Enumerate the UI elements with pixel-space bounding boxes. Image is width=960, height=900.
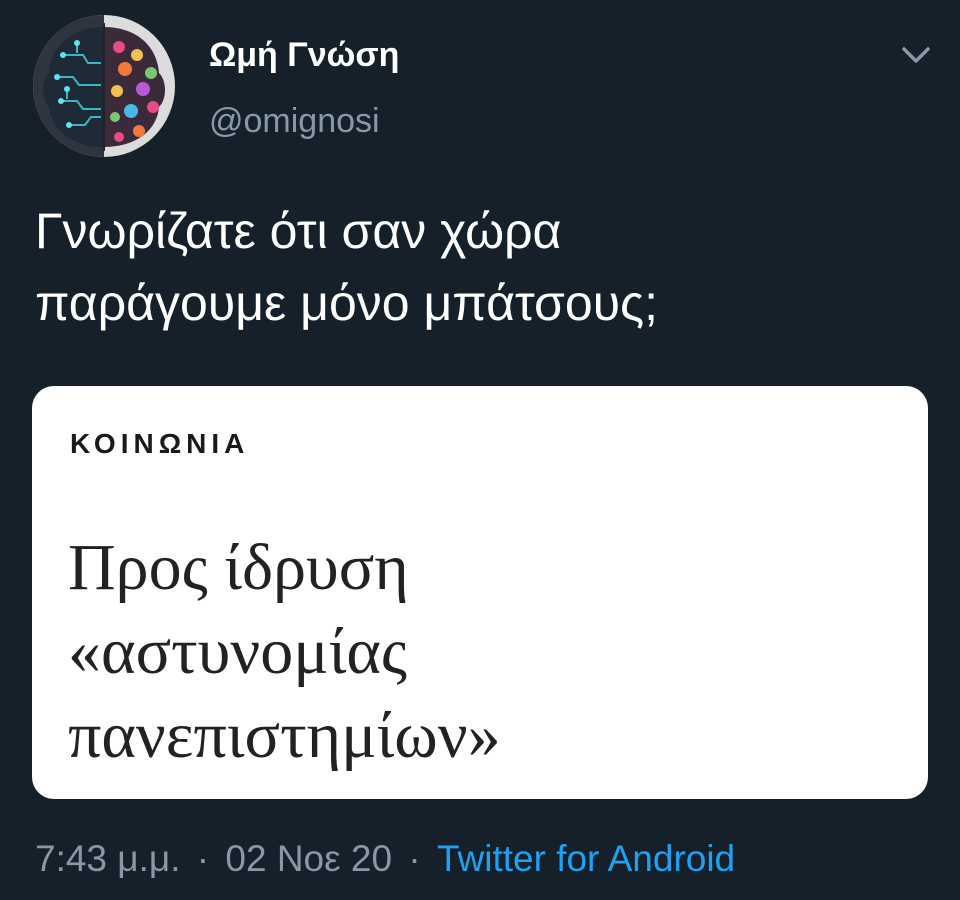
card-category: ΚΟΙΝΩΝΙΑ: [70, 428, 250, 459]
tweet-source-link[interactable]: Twitter for Android: [437, 838, 735, 879]
link-card[interactable]: ΚΟΙΝΩΝΙΑ Προς ίδρυση «αστυνομίας πανεπισ…: [32, 386, 928, 799]
author-name[interactable]: Ωμή Γνώση: [209, 36, 399, 75]
author-handle[interactable]: @omignosi: [209, 102, 380, 141]
meta-separator: ·: [196, 838, 210, 879]
tweet-text: Γνωρίζατε ότι σαν χώρα παράγουμε μόνο μπ…: [35, 195, 915, 339]
card-headline: Προς ίδρυση «αστυνομίας πανεπιστημίων»: [68, 526, 908, 778]
chevron-down-icon[interactable]: [898, 40, 934, 70]
tweet-text-line: Γνωρίζατε ότι σαν χώρα: [35, 203, 562, 259]
tweet: Ωμή Γνώση @omignosi Γνωρίζατε ότι σαν χώ…: [0, 0, 960, 900]
tweet-text-line: παράγουμε μόνο μπάτσους;: [35, 275, 659, 331]
avatar[interactable]: [33, 15, 175, 157]
meta-separator: ·: [408, 838, 421, 879]
tweet-meta: 7:43 μ.μ. · 02 Νοε 20 · Twitter for Andr…: [35, 838, 735, 880]
tweet-date[interactable]: 02 Νοε 20: [225, 838, 392, 879]
card-headline-line: πανεπιστημίων»: [68, 699, 501, 772]
card-headline-line: «αστυνομίας: [68, 615, 408, 688]
tweet-time[interactable]: 7:43 μ.μ.: [35, 838, 181, 879]
card-headline-line: Προς ίδρυση: [68, 531, 409, 604]
